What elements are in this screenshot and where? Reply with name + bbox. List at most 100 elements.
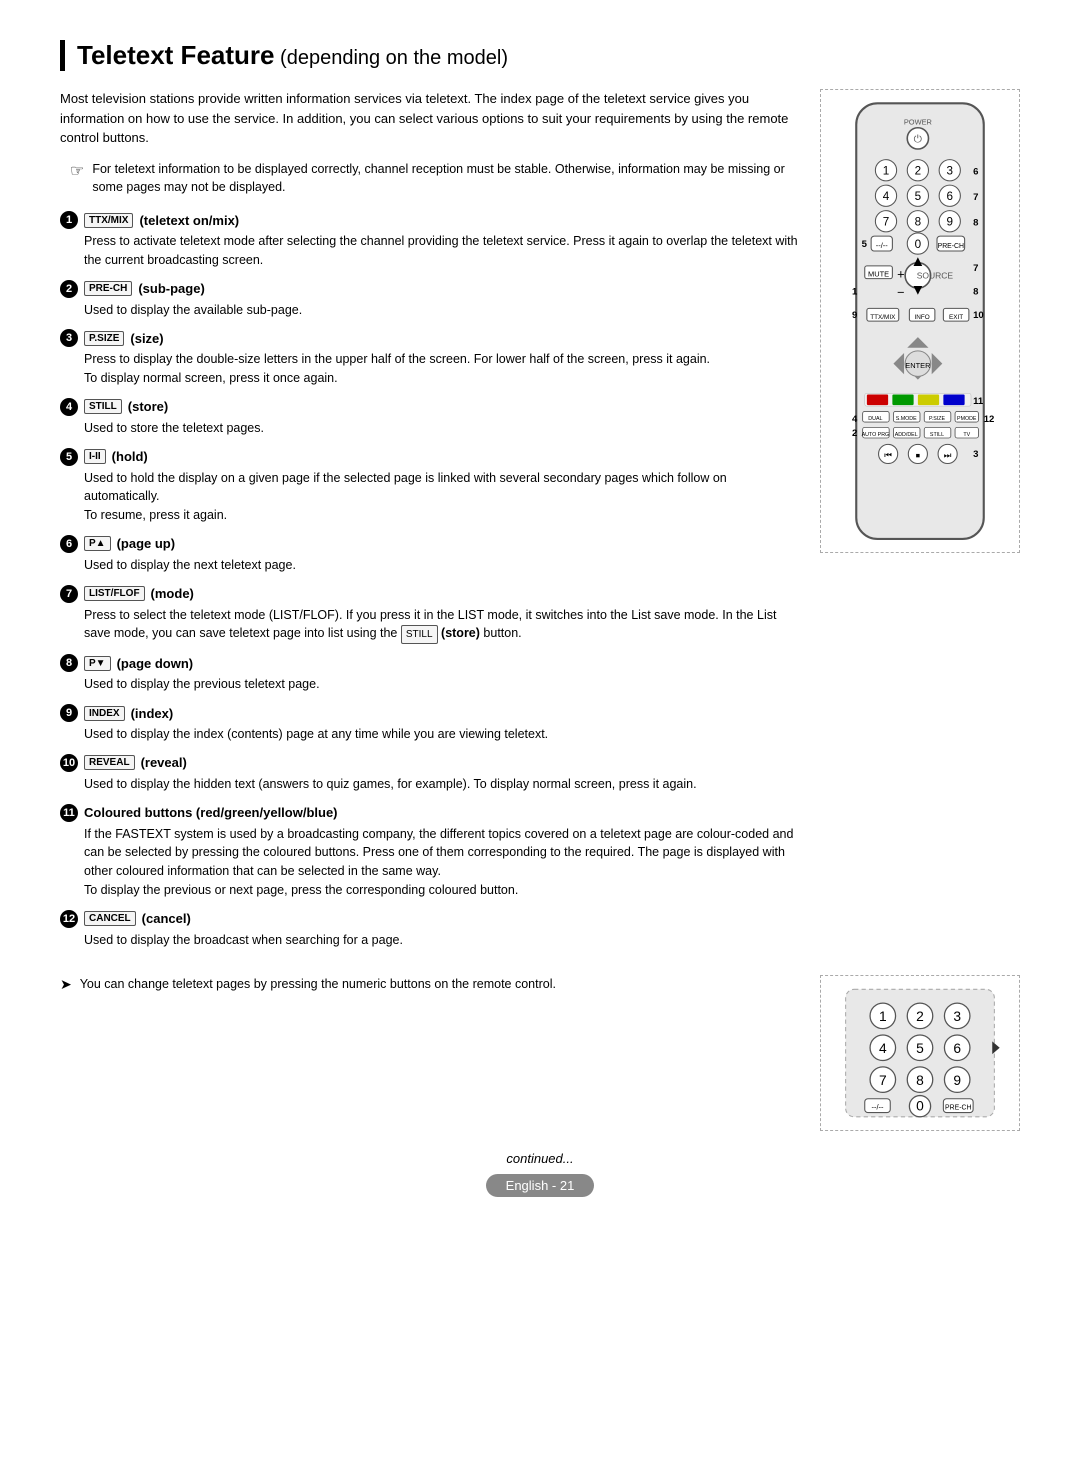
svg-text:TTX/MIX: TTX/MIX: [870, 314, 896, 321]
svg-text:ADD/DEL: ADD/DEL: [895, 432, 918, 438]
svg-text:7: 7: [883, 216, 890, 229]
svg-text:PMODE: PMODE: [957, 416, 977, 422]
svg-text:10: 10: [973, 310, 984, 321]
svg-text:8: 8: [916, 1072, 924, 1088]
svg-text:⏭: ⏭: [944, 450, 952, 460]
bottom-layout: ➤ You can change teletext pages by press…: [60, 975, 1020, 1131]
arrow-item: ➤ You can change teletext pages by press…: [60, 975, 800, 994]
content-left: Most television stations provide written…: [60, 89, 800, 959]
remote-svg: POWER ⏻ 1 2 3 4 5: [835, 98, 1005, 544]
footer-label: English: [506, 1178, 549, 1193]
feature-item-4: 4 STILL (store) Used to store the telete…: [60, 398, 800, 438]
svg-text:−: −: [897, 285, 904, 300]
feature-header-10: 10 REVEAL (reveal): [60, 754, 800, 772]
svg-text:2: 2: [916, 1008, 924, 1024]
svg-text:8: 8: [973, 218, 979, 229]
bottom-right-remote: 1 2 3 4 5 6 7 8: [820, 975, 1020, 1131]
svg-text:12: 12: [984, 414, 995, 425]
feature-header-4: 4 STILL (store): [60, 398, 800, 416]
feature-item-10: 10 REVEAL (reveal) Used to display the h…: [60, 754, 800, 794]
svg-text:9: 9: [947, 216, 954, 229]
note-text: For teletext information to be displayed…: [92, 160, 800, 198]
main-layout: Most television stations provide written…: [60, 89, 1020, 959]
page-footer: English - 21: [60, 1174, 1020, 1197]
svg-text:DUAL: DUAL: [868, 416, 882, 422]
svg-text:1: 1: [879, 1008, 887, 1024]
bottom-left: ➤ You can change teletext pages by press…: [60, 975, 800, 1002]
svg-text:8: 8: [973, 287, 979, 298]
svg-text:6: 6: [953, 1040, 961, 1056]
svg-text:5: 5: [916, 1040, 924, 1056]
svg-text:4: 4: [879, 1040, 887, 1056]
svg-text:8: 8: [915, 216, 922, 229]
page-badge: English - 21: [486, 1174, 595, 1197]
svg-text:3: 3: [953, 1008, 961, 1024]
feature-body-11: If the FASTEXT system is used by a broad…: [84, 825, 800, 900]
feature-item-12: 12 CANCEL (cancel) Used to display the b…: [60, 910, 800, 950]
svg-text:6: 6: [973, 167, 978, 178]
svg-text:6: 6: [947, 190, 954, 203]
svg-text:--/--: --/--: [876, 241, 888, 250]
svg-text:7: 7: [973, 192, 978, 203]
note-icon: ☞: [70, 161, 84, 181]
feature-body-10: Used to display the hidden text (answers…: [84, 775, 800, 794]
svg-text:STILL: STILL: [930, 432, 944, 438]
note-box: ☞ For teletext information to be display…: [70, 160, 800, 198]
feature-header-9: 9 INDEX (index): [60, 704, 800, 722]
feature-item-8: 8 P▼ (page down) Used to display the pre…: [60, 654, 800, 694]
feature-body-2: Used to display the available sub-page.: [84, 301, 800, 320]
small-remote-svg: 1 2 3 4 5 6 7 8: [835, 984, 1005, 1122]
svg-text:4: 4: [852, 414, 858, 425]
title-bold: Teletext Feature: [77, 40, 274, 70]
svg-text:TV: TV: [963, 432, 970, 438]
feature-header-1: 1 TTX/MIX (teletext on/mix): [60, 211, 800, 229]
svg-text:+: +: [897, 267, 904, 282]
svg-text:5: 5: [915, 190, 922, 203]
svg-text:0: 0: [915, 238, 922, 251]
svg-text:3: 3: [973, 449, 978, 460]
intro-text: Most television stations provide written…: [60, 89, 800, 148]
small-remote-wrapper: 1 2 3 4 5 6 7 8: [820, 975, 1020, 1131]
svg-text:EXIT: EXIT: [949, 314, 963, 321]
svg-text:MUTE: MUTE: [868, 270, 889, 279]
svg-text:1: 1: [883, 165, 890, 178]
feature-item-11: 11 Coloured buttons (red/green/yellow/bl…: [60, 804, 800, 900]
svg-text:--/--: --/--: [872, 1103, 884, 1112]
footer-page: 21: [560, 1178, 574, 1193]
feature-body-5: Used to hold the display on a given page…: [84, 469, 800, 525]
feature-item-1: 1 TTX/MIX (teletext on/mix) Press to act…: [60, 211, 800, 270]
svg-text:1: 1: [852, 287, 858, 298]
svg-text:SOURCE: SOURCE: [917, 271, 954, 281]
svg-text:5: 5: [862, 239, 868, 250]
svg-text:AUTO PRG: AUTO PRG: [862, 432, 890, 438]
page-title: Teletext Feature (depending on the model…: [77, 40, 1020, 71]
svg-text:9: 9: [953, 1072, 961, 1088]
feature-body-9: Used to display the index (contents) pag…: [84, 725, 800, 744]
title-normal: (depending on the model): [274, 47, 508, 69]
feature-item-5: 5 I-II (hold) Used to hold the display o…: [60, 448, 800, 525]
svg-text:PRE-CH: PRE-CH: [938, 243, 964, 250]
svg-text:9: 9: [852, 310, 857, 321]
feature-header-3: 3 P.SIZE (size): [60, 329, 800, 347]
svg-text:INFO: INFO: [915, 314, 930, 321]
svg-text:7: 7: [973, 263, 978, 274]
feature-header-6: 6 P▲ (page up): [60, 535, 800, 553]
feature-body-7: Press to select the teletext mode (LIST/…: [84, 606, 800, 645]
svg-text:11: 11: [973, 396, 984, 407]
feature-header-11: 11 Coloured buttons (red/green/yellow/bl…: [60, 804, 800, 822]
svg-text:2: 2: [915, 165, 922, 178]
feature-header-12: 12 CANCEL (cancel): [60, 910, 800, 928]
svg-text:2: 2: [852, 428, 857, 439]
svg-text:▲: ▲: [911, 254, 926, 270]
feature-header-8: 8 P▼ (page down): [60, 654, 800, 672]
svg-text:0: 0: [916, 1098, 924, 1114]
feature-body-4: Used to store the teletext pages.: [84, 419, 800, 438]
feature-body-3: Press to display the double-size letters…: [84, 350, 800, 388]
feature-header-2: 2 PRE-CH (sub-page): [60, 280, 800, 298]
svg-text:⏻: ⏻: [914, 134, 923, 146]
svg-text:4: 4: [883, 190, 890, 203]
arrow-icon: ➤: [60, 976, 72, 993]
feature-item-3: 3 P.SIZE (size) Press to display the dou…: [60, 329, 800, 388]
feature-body-1: Press to activate teletext mode after se…: [84, 232, 800, 270]
arrow-text: You can change teletext pages by pressin…: [80, 975, 556, 994]
